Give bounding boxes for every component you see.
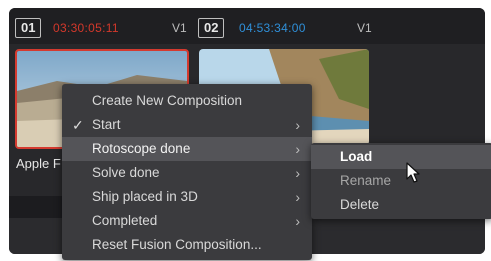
timecode-clip-2: 04:53:34:00 xyxy=(239,21,306,35)
menu-item-label: Solve done xyxy=(92,165,160,180)
chevron-right-icon: › xyxy=(295,117,300,133)
track-label-clip-2: V1 xyxy=(357,21,372,35)
clip-name-1: Apple F xyxy=(16,156,61,171)
menu-item-label: Create New Composition xyxy=(92,93,243,108)
timecode-clip-1: 03:30:05:11 xyxy=(53,21,119,35)
chevron-right-icon: › xyxy=(295,189,300,205)
menu-item-label: Rotoscope done xyxy=(92,141,191,156)
mouse-pointer-icon xyxy=(406,162,420,183)
version-submenu: Load Rename Delete xyxy=(311,143,491,219)
menu-item-rotoscope-done[interactable]: Rotoscope done › xyxy=(62,137,312,161)
submenu-item-delete[interactable]: Delete xyxy=(311,193,491,217)
clip-header-bar: 01 03:30:05:11 V1 02 04:53:34:00 V1 xyxy=(9,8,485,44)
chevron-right-icon: › xyxy=(295,165,300,181)
track-label-clip-1: V1 xyxy=(172,21,187,35)
menu-item-label: Ship placed in 3D xyxy=(92,189,198,204)
menu-item-solve-done[interactable]: Solve done › xyxy=(62,161,312,185)
menu-item-reset-fusion-composition[interactable]: Reset Fusion Composition... xyxy=(62,233,312,257)
chevron-right-icon: › xyxy=(295,213,300,229)
menu-item-completed[interactable]: Completed › xyxy=(62,209,312,233)
menu-item-ship-placed-in-3d[interactable]: Ship placed in 3D › xyxy=(62,185,312,209)
menu-item-create-new-composition[interactable]: Create New Composition xyxy=(62,89,312,113)
clip-number-2[interactable]: 02 xyxy=(198,18,225,38)
menu-item-label: Reset Fusion Composition... xyxy=(92,237,262,252)
check-icon: ✓ xyxy=(72,117,84,133)
submenu-item-rename[interactable]: Rename xyxy=(311,169,491,193)
clip-number-1[interactable]: 01 xyxy=(15,18,42,38)
fusion-context-menu: Create New Composition ✓ Start › Rotosco… xyxy=(62,84,312,260)
menu-item-start[interactable]: ✓ Start › xyxy=(62,113,312,137)
chevron-right-icon: › xyxy=(295,141,300,157)
submenu-item-load[interactable]: Load xyxy=(311,145,491,169)
menu-item-label: Completed xyxy=(92,213,158,228)
menu-item-label: Start xyxy=(92,117,121,132)
